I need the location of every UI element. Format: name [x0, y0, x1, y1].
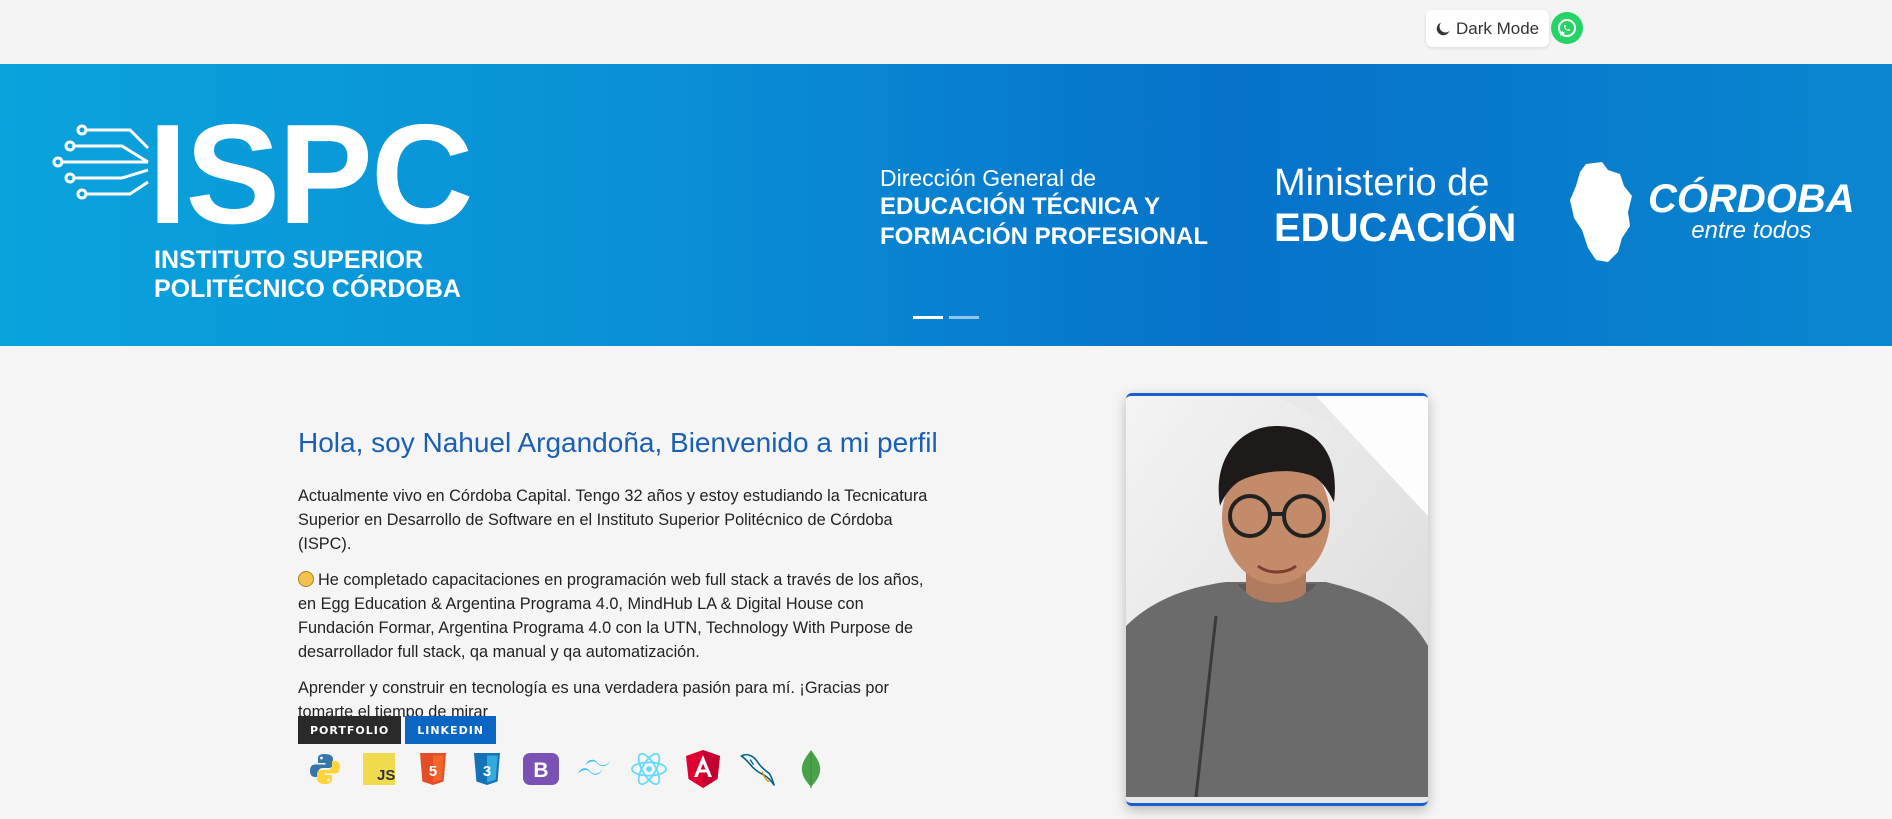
- ministerio-line1: Ministerio de: [1274, 162, 1490, 204]
- circuit-icon: [52, 124, 150, 200]
- dark-mode-label: Dark Mode: [1456, 18, 1540, 38]
- ispc-logo-title: ISPC: [148, 95, 473, 254]
- svg-text:B: B: [533, 759, 548, 782]
- intro-paragraph-2: He completado capacitaciones en programa…: [298, 568, 938, 664]
- tailwind-icon: [576, 750, 614, 788]
- carousel-indicator-2[interactable]: [949, 316, 979, 319]
- cordoba-title: CÓRDOBA: [1648, 177, 1855, 221]
- hero-carousel: ISPC INSTITUTO SUPERIOR POLITÉCNICO CÓRD…: [0, 64, 1892, 346]
- linkedin-badge[interactable]: LINKEDIN: [405, 716, 496, 744]
- svg-text:5: 5: [429, 763, 437, 780]
- angular-icon: [684, 750, 722, 788]
- dg-line3: FORMACIÓN PROFESIONAL: [880, 223, 1208, 250]
- svg-text:JS: JS: [377, 767, 395, 784]
- moon-icon: [1436, 21, 1450, 35]
- intro-paragraph-1: Actualmente vivo en Córdoba Capital. Ten…: [298, 487, 928, 553]
- dark-mode-button[interactable]: Dark Mode: [1426, 10, 1550, 47]
- portfolio-badge[interactable]: PORTFOLIO: [298, 716, 402, 744]
- social-badges: PORTFOLIO LINKEDIN: [298, 716, 496, 744]
- tech-stack-icons: JS 5 3 B: [306, 750, 830, 788]
- profile-photo-image: [1126, 396, 1428, 798]
- direccion-general-logo: Dirección General de EDUCACIÓN TÉCNICA Y…: [880, 164, 1208, 252]
- css3-icon: 3: [468, 750, 506, 788]
- whatsapp-icon[interactable]: [1551, 12, 1583, 44]
- ministerio-line2: EDUCACIÓN: [1274, 206, 1517, 250]
- ispc-subtitle-line1: INSTITUTO SUPERIOR: [154, 246, 424, 274]
- python-icon: [306, 750, 344, 788]
- intro-paragraph-2-text: He completado capacitaciones en programa…: [298, 571, 924, 661]
- mongodb-icon: [792, 750, 830, 788]
- react-icon: [630, 750, 668, 788]
- javascript-icon: JS: [360, 750, 398, 788]
- carousel-indicator-1[interactable]: [913, 316, 943, 319]
- cordoba-map-icon: [1570, 162, 1632, 262]
- dg-line1: Dirección General de: [880, 165, 1097, 191]
- cordoba-subtitle: entre todos: [1691, 217, 1812, 244]
- cordoba-logo: CÓRDOBA entre todos: [1648, 177, 1855, 244]
- profile-photo: [1126, 393, 1428, 806]
- ispc-logo-subtitle: INSTITUTO SUPERIOR POLITÉCNICO CÓRDOBA: [154, 246, 461, 304]
- html5-icon: 5: [414, 750, 452, 788]
- chick-emoji-icon: [298, 571, 314, 587]
- mysql-icon: [738, 750, 776, 788]
- dg-line2: EDUCACIÓN TÉCNICA Y: [880, 193, 1161, 220]
- ispc-subtitle-line2: POLITÉCNICO CÓRDOBA: [154, 275, 461, 303]
- bootstrap-icon: B: [522, 750, 560, 788]
- ministerio-logo: Ministerio de EDUCACIÓN: [1274, 162, 1516, 252]
- carousel-indicators: [913, 316, 979, 319]
- svg-text:3: 3: [483, 763, 491, 780]
- intro-section: Hola, soy Nahuel Argandoña, Bienvenido a…: [298, 420, 938, 736]
- intro-title: Hola, soy Nahuel Argandoña, Bienvenido a…: [298, 427, 938, 458]
- whatsapp-glyph-icon: [1558, 19, 1576, 37]
- top-navbar: Dark Mode: [0, 0, 1892, 64]
